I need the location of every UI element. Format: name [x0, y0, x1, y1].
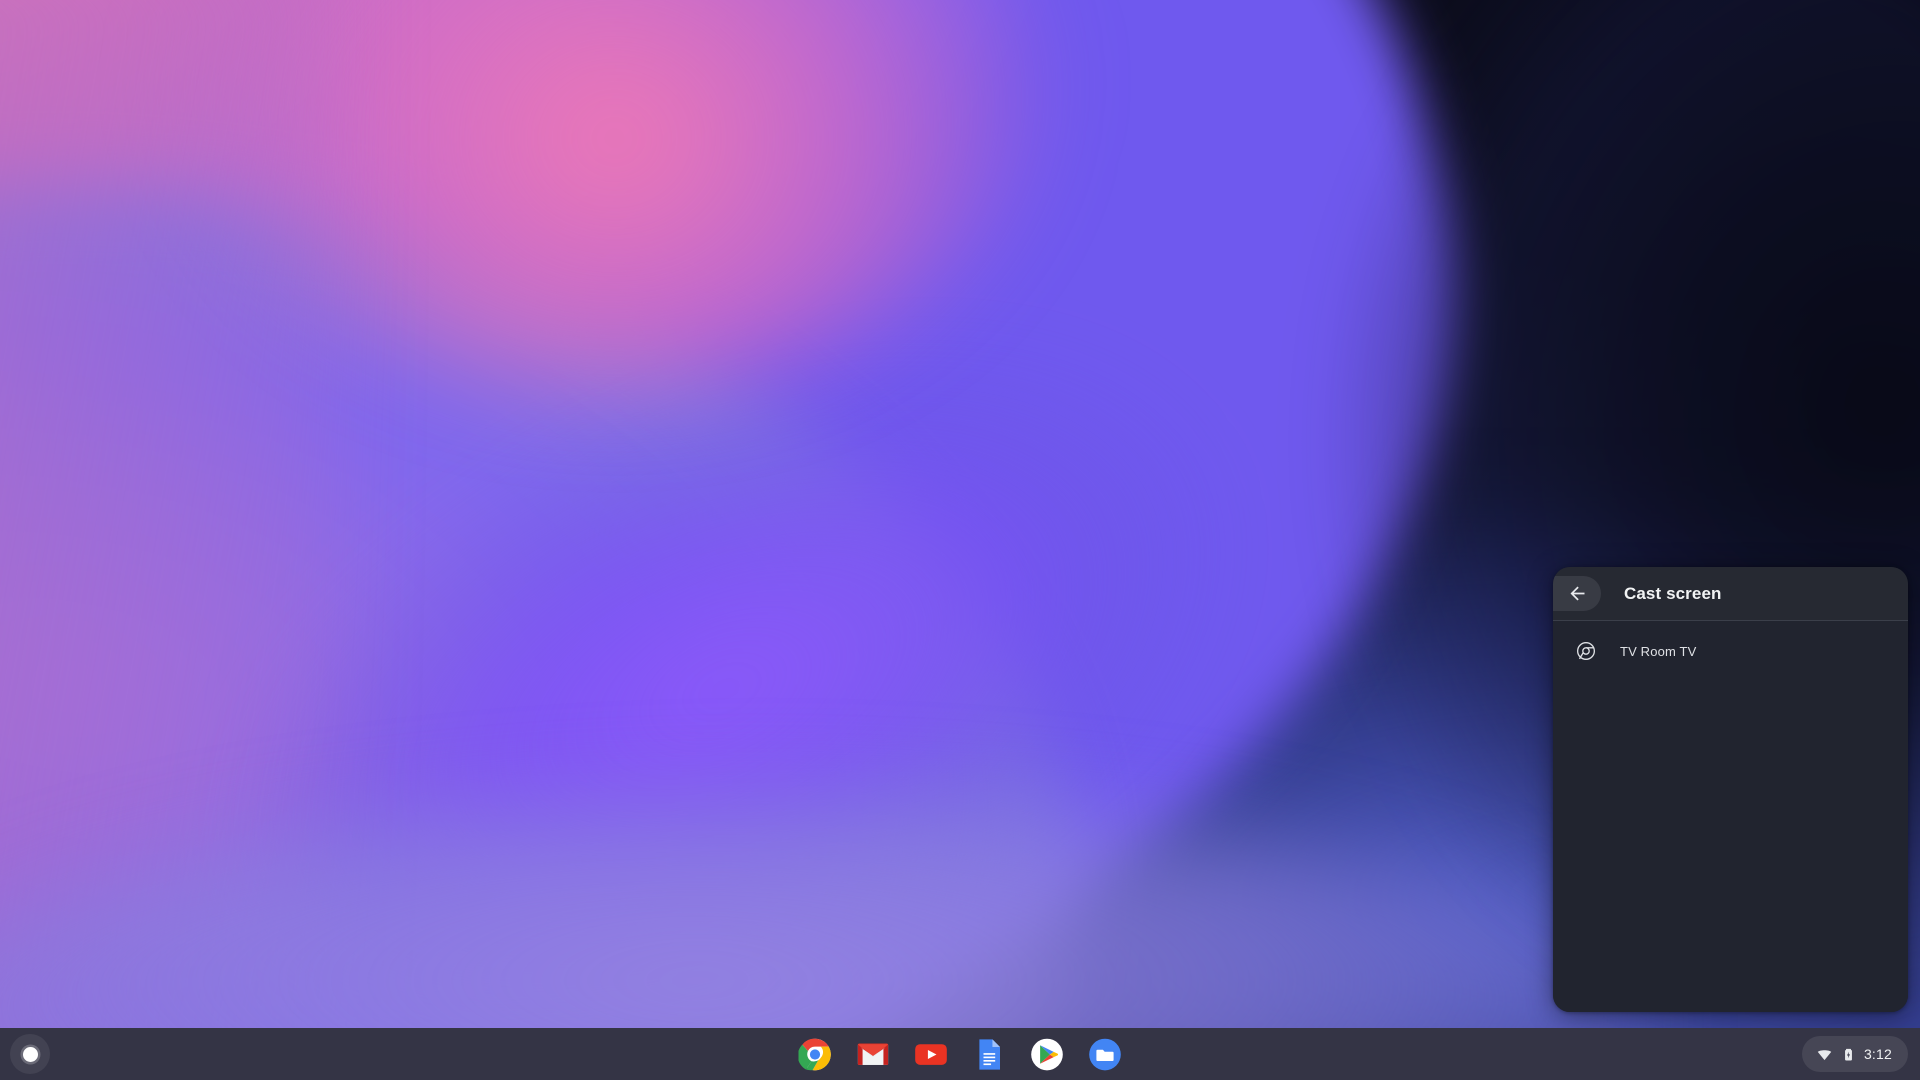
- cast-device-list: TV Room TV: [1553, 621, 1908, 1012]
- list-item[interactable]: TV Room TV: [1553, 630, 1908, 672]
- status-tray[interactable]: 3:12: [1801, 1036, 1908, 1072]
- cast-panel-header: Cast screen: [1553, 567, 1908, 620]
- cast-screen-panel: Cast screen TV Room TV: [1553, 567, 1908, 1012]
- shelf-app-youtube[interactable]: [915, 1038, 948, 1071]
- shelf-app-play-store[interactable]: [1031, 1038, 1064, 1071]
- clock-label: 3:12: [1863, 1046, 1892, 1062]
- device-name: TV Room TV: [1620, 643, 1697, 659]
- gmail-icon: [857, 1038, 890, 1071]
- docs-icon: [973, 1038, 1006, 1071]
- play-store-icon: [1031, 1038, 1064, 1071]
- battery-charging-icon: [1841, 1047, 1856, 1062]
- back-button[interactable]: [1553, 576, 1601, 611]
- arrow-left-icon: [1567, 583, 1588, 604]
- launcher-circle-icon: [22, 1046, 38, 1062]
- shelf-app-chrome[interactable]: [798, 1038, 832, 1071]
- shelf: 3:12: [0, 1028, 1920, 1080]
- chromecast-icon: [1575, 640, 1597, 662]
- youtube-icon: [915, 1038, 948, 1071]
- chrome-icon: [798, 1038, 832, 1071]
- launcher-button[interactable]: [10, 1034, 50, 1074]
- wifi-icon: [1816, 1046, 1833, 1063]
- files-icon: [1089, 1038, 1122, 1071]
- shelf-app-list: [798, 1028, 1122, 1080]
- page-title: Cast screen: [1624, 583, 1722, 603]
- shelf-app-gmail[interactable]: [857, 1038, 890, 1071]
- shelf-app-docs[interactable]: [973, 1038, 1006, 1071]
- shelf-app-files[interactable]: [1089, 1038, 1122, 1071]
